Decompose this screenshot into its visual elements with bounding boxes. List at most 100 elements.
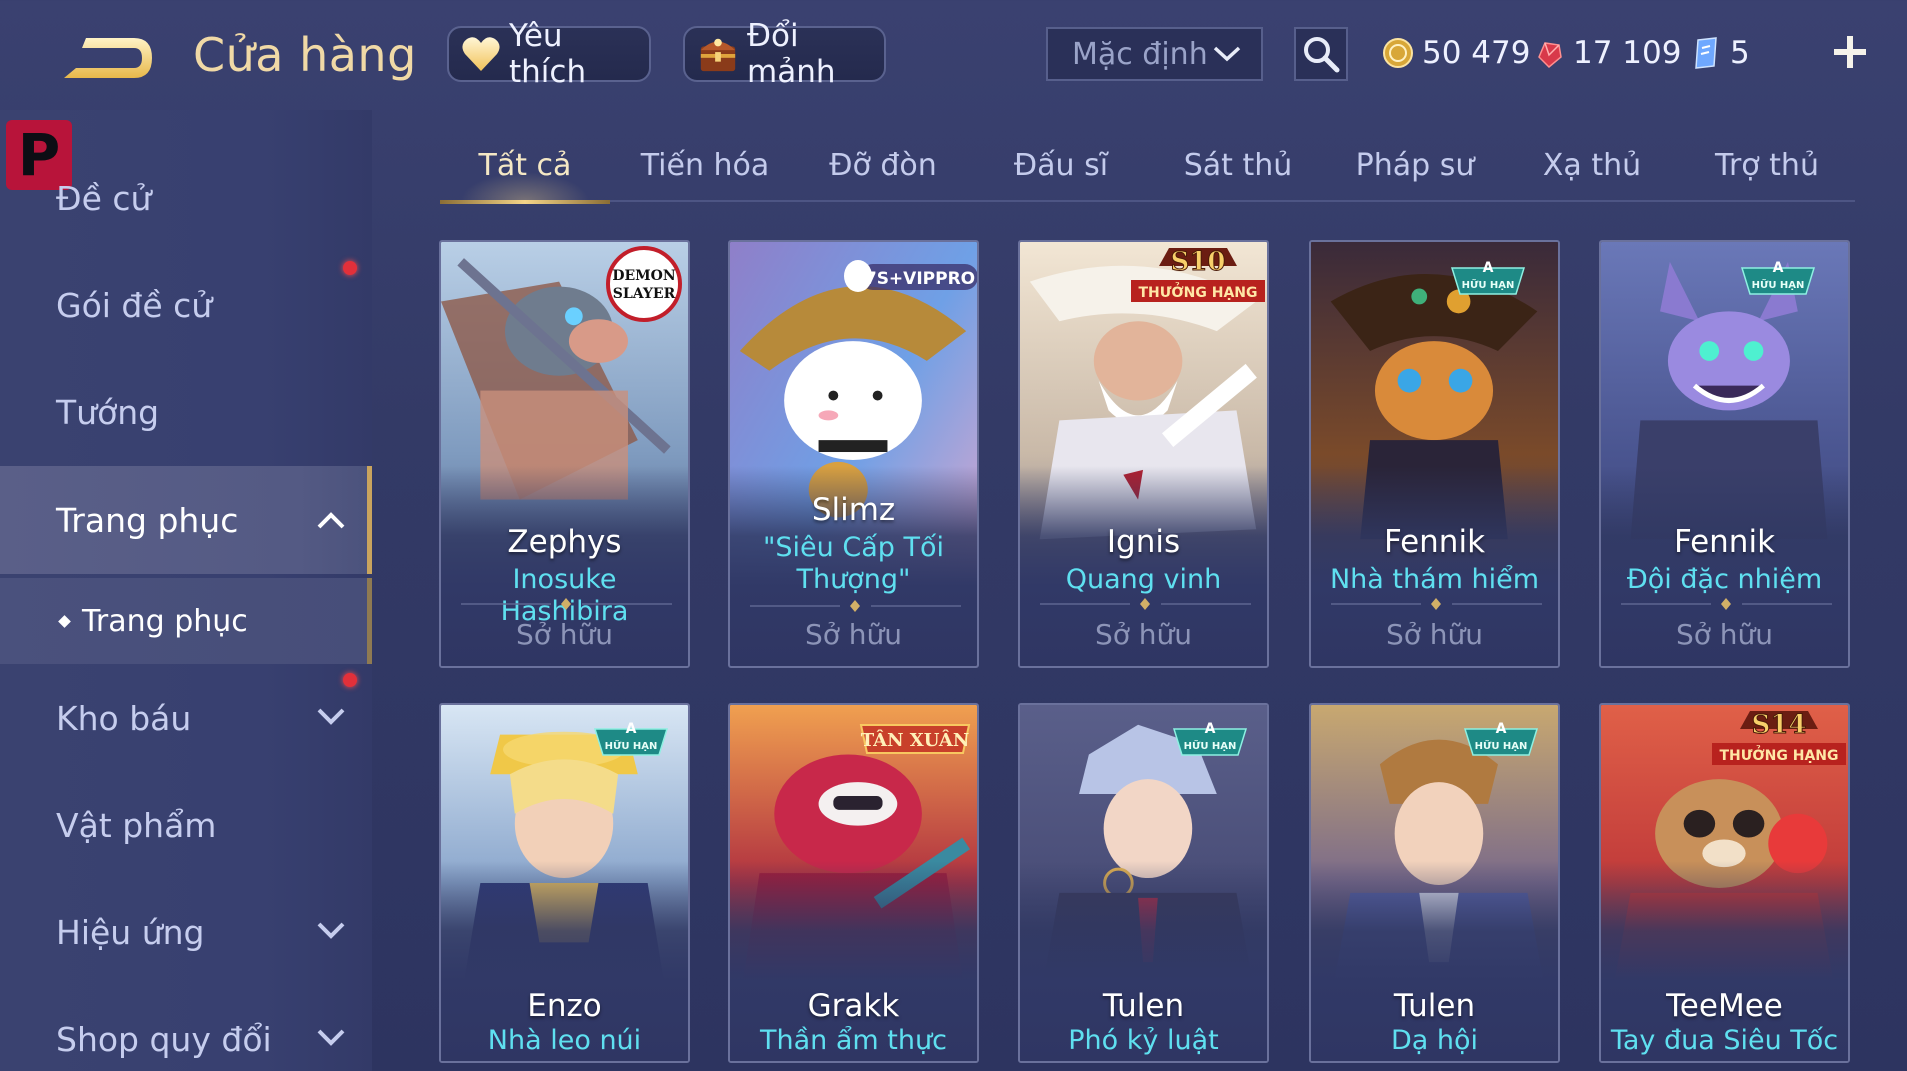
voucher-balance: 5 (1690, 28, 1750, 78)
svg-text:THƯỞNG HẠNG: THƯỞNG HẠNG (1719, 745, 1838, 764)
limited-badge: A HỮU HẠN (1463, 721, 1539, 756)
tab-fighter[interactable]: Đấu sĩ (976, 136, 1146, 202)
hero-name: Tulen (1393, 988, 1476, 1024)
skin-card[interactable]: TÂN XUÂN Grakk Thần ẩm thực (728, 703, 979, 1063)
voucher-amount: 5 (1730, 35, 1750, 71)
svg-text:SLAYER: SLAYER (613, 286, 676, 302)
sort-dropdown[interactable]: Mặc định (1046, 27, 1263, 81)
sidebar-item-exchange-shop[interactable]: Shop quy đổi (0, 993, 372, 1071)
svg-text:HỮU HẠN: HỮU HẠN (1752, 278, 1805, 291)
sidebar-item-label: Gói đề cử (56, 285, 213, 325)
skin-card[interactable]: A HỮU HẠN Tulen Dạ hội (1309, 703, 1560, 1063)
skin-name: Thần ẩm thực (760, 1025, 947, 1056)
tab-mage[interactable]: Pháp sư (1330, 136, 1500, 202)
sidebar-item-skins[interactable]: Trang phục (0, 466, 372, 574)
sidebar-item-recommended[interactable]: Đề cử (0, 153, 372, 243)
back-button[interactable] (56, 30, 156, 90)
svg-text:7S+VIPPRO: 7S+VIPPRO (865, 269, 975, 289)
tab-evolution[interactable]: Tiến hóa (620, 136, 790, 202)
divider-ornament (1621, 598, 1832, 610)
bullet-diamond-icon (58, 615, 71, 628)
chevron-down-icon (317, 922, 345, 939)
skin-name: Nhà leo núi (487, 1025, 642, 1056)
hero-name: Enzo (527, 988, 602, 1024)
tab-marksman[interactable]: Xạ thủ (1507, 136, 1677, 202)
sidebar-item-label: Trang phục (56, 500, 239, 540)
season-reward-badge: S14 THƯỞNG HẠNG (1712, 710, 1846, 765)
svg-text:S10: S10 (1171, 247, 1226, 277)
shard-exchange-button[interactable]: Đổi mảnh (683, 18, 886, 90)
search-button[interactable] (1294, 27, 1348, 81)
svg-text:A: A (1496, 721, 1507, 737)
tab-all[interactable]: Tất cả (440, 136, 610, 204)
limited-badge: A HỮU HẠN (1450, 260, 1526, 295)
owned-status: Sở hữu (1385, 618, 1484, 651)
chevron-down-icon (317, 1029, 345, 1046)
sidebar-item-effects[interactable]: Hiệu ứng (0, 886, 372, 978)
skin-card[interactable]: A HỮU HẠN Tulen Phó kỷ luật (1018, 703, 1269, 1063)
gold-balance: 50 479 (1382, 28, 1530, 78)
hero-name: TeeMee (1666, 988, 1783, 1024)
svg-text:DEMON: DEMON (612, 268, 676, 284)
sidebar-item-label: Vật phẩm (56, 805, 217, 845)
divider-ornament (1331, 598, 1542, 610)
sidebar-item-treasure[interactable]: Kho báu (0, 672, 372, 764)
shard-exchange-label: Đổi mảnh (747, 18, 836, 90)
svg-text:HỮU HẠN: HỮU HẠN (605, 739, 658, 752)
sidebar-item-label: Shop quy đổi (56, 1019, 272, 1059)
skin-card[interactable]: A HỮU HẠN Enzo Nhà leo núi (439, 703, 690, 1063)
gold-amount: 50 479 (1422, 35, 1531, 71)
sort-selected-value: Mặc định (1072, 36, 1208, 72)
sidebar-item-heroes[interactable]: Tướng (0, 367, 372, 457)
new-year-badge: TÂN XUÂN (859, 724, 971, 754)
chevron-down-icon (317, 708, 345, 725)
sidebar-item-label: Đề cử (56, 178, 152, 218)
top-up-plus-button[interactable] (1828, 26, 1872, 78)
skin-name: Nhà thám hiểm (1329, 564, 1540, 595)
chevron-up-icon (317, 512, 345, 529)
owned-status: Sở hữu (804, 618, 903, 651)
sidebar-item-items[interactable]: Vật phẩm (0, 779, 372, 871)
tab-tank[interactable]: Đỡ đòn (798, 136, 968, 202)
skin-name: Tay đua Siêu Tốc (1610, 1025, 1839, 1056)
page-title: Cửa hàng (193, 28, 417, 82)
plus-icon (1834, 36, 1866, 68)
skin-card[interactable]: DEMON SLAYER Zephys Inosuke Hashibira Sở… (439, 240, 690, 668)
tab-support[interactable]: Trợ thủ (1682, 136, 1852, 202)
svg-text:HỮU HẠN: HỮU HẠN (1184, 739, 1237, 752)
skin-card[interactable]: S14 THƯỞNG HẠNG TeeMee Tay đua Siêu Tốc (1599, 703, 1850, 1063)
svg-text:S14: S14 (1752, 710, 1807, 740)
skin-name: "Siêu Cấp Tối Thượng" (763, 532, 944, 595)
heart-icon (461, 33, 501, 75)
chevron-down-icon (1213, 46, 1241, 62)
back-arrow-icon (64, 38, 152, 78)
tab-label: Tất cả (478, 148, 572, 183)
skin-card[interactable]: 7S+VIPPRO Slimz "Siêu Cấp Tối Thượng" Sở… (728, 240, 979, 668)
tab-label: Xạ thủ (1542, 148, 1642, 183)
svg-text:THƯỞNG HẠNG: THƯỞNG HẠNG (1138, 282, 1257, 301)
skin-name: Quang vinh (1065, 564, 1222, 595)
notification-dot (343, 261, 357, 275)
skin-card[interactable]: S10 THƯỞNG HẠNG Ignis Quang vinh Sở hữu (1018, 240, 1269, 668)
ruby-balance: 17 109 (1533, 28, 1681, 78)
svg-text:HỮU HẠN: HỮU HẠN (1475, 739, 1528, 752)
tab-label: Tiến hóa (640, 148, 770, 183)
sidebar-item-recommended-packs[interactable]: Gói đề cử (0, 260, 372, 350)
season-reward-badge: S10 THƯỞNG HẠNG (1131, 247, 1265, 302)
ruby-amount: 17 109 (1573, 35, 1682, 71)
hero-name: Fennik (1673, 524, 1776, 560)
skin-name: Dạ hội (1390, 1025, 1479, 1056)
treasure-chest-icon (697, 33, 739, 75)
favorites-button[interactable]: Yêu thích (447, 18, 651, 90)
divider-ornament (750, 600, 961, 612)
owned-status: Sở hữu (1675, 618, 1774, 651)
svg-text:A: A (1205, 721, 1216, 737)
tab-assassin[interactable]: Sát thủ (1153, 136, 1323, 202)
sidebar-subitem-skins[interactable]: Trang phục (0, 578, 372, 664)
skin-card[interactable]: A HỮU HẠN Fennik Đội đặc nhiệm Sở hữu (1599, 240, 1850, 668)
role-tabs: Tất cả Tiến hóa Đỡ đòn Đấu sĩ Sát thủ Ph… (440, 136, 1855, 204)
voucher-ticket-icon (1695, 37, 1717, 69)
skin-card[interactable]: A HỮU HẠN Fennik Nhà thám hiểm Sở hữu (1309, 240, 1560, 668)
hero-name: Grakk (807, 988, 900, 1024)
hero-name: Tulen (1102, 988, 1185, 1024)
